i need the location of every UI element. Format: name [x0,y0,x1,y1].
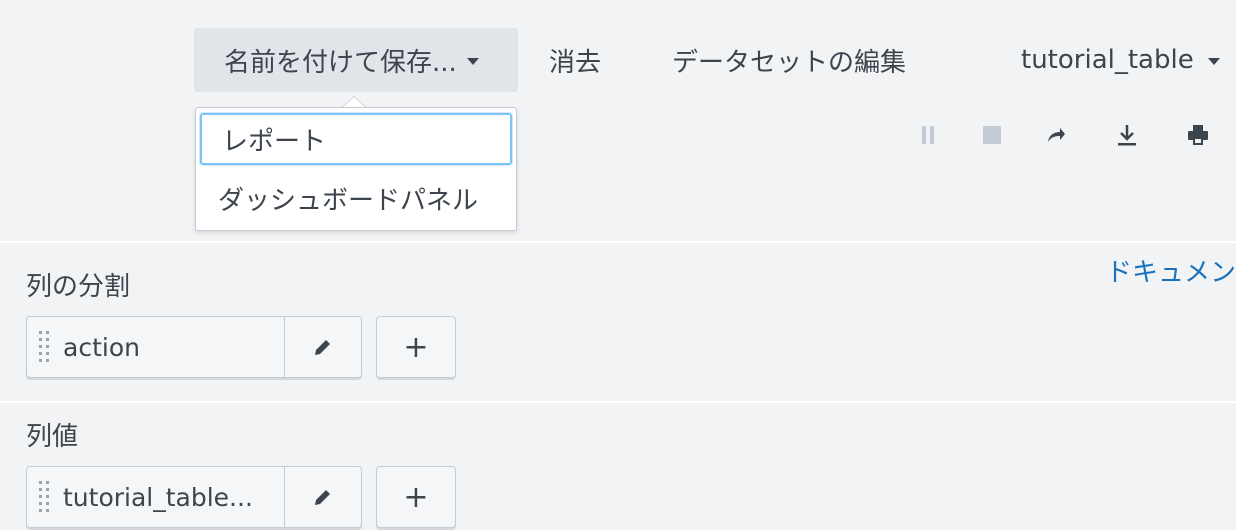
menu-item-report[interactable]: レポート [200,113,512,165]
chevron-down-icon [466,57,479,65]
edit-dataset-label: データセットの編集 [672,47,907,78]
field-drag-area[interactable]: tutorial_table... [27,467,285,527]
menu-item-dashboard-panel[interactable]: ダッシュボードパネル [200,172,512,224]
plus-icon: + [403,329,429,365]
edit-field-button[interactable] [285,467,361,527]
share-icon[interactable] [1041,120,1071,150]
pause-icon[interactable] [913,120,943,150]
section-divider [0,241,1236,243]
plus-icon: + [403,479,429,515]
field-drag-area[interactable]: action [27,317,285,377]
column-values-field-pill[interactable]: tutorial_table... [26,466,362,528]
chevron-down-icon [1207,57,1220,65]
print-icon[interactable] [1183,120,1213,150]
edit-field-button[interactable] [285,317,361,377]
save-as-menu: レポート ダッシュボードパネル [195,107,517,231]
field-name: action [63,332,140,362]
menu-item-label: ダッシュボードパネル [218,185,479,216]
column-split-field-pill[interactable]: action [26,316,362,378]
drag-handle-icon[interactable] [37,479,51,515]
documentation-link[interactable]: ドキュメン [1106,252,1236,289]
add-column-value-button[interactable]: + [376,466,456,528]
edit-dataset-button[interactable]: データセットの編集 [672,28,906,92]
field-name: tutorial_table... [63,482,253,512]
drag-handle-icon[interactable] [37,329,51,365]
section-divider [0,401,1236,403]
menu-item-label: レポート [222,126,327,157]
pencil-icon [315,340,330,355]
save-as-label: 名前を付けて保存... [224,47,457,78]
pencil-icon [315,490,330,505]
dataset-select-value: tutorial_table [1021,45,1194,75]
stop-icon[interactable] [977,120,1007,150]
clear-label: 消去 [549,47,602,78]
save-as-button[interactable]: 名前を付けて保存... [194,28,518,92]
export-icon[interactable] [1112,120,1142,150]
column-values-label: 列値 [26,422,79,452]
column-split-label: 列の分割 [26,272,131,302]
clear-button[interactable]: 消去 [549,28,601,92]
dataset-select[interactable]: tutorial_table [1021,28,1220,92]
add-column-split-button[interactable]: + [376,316,456,378]
